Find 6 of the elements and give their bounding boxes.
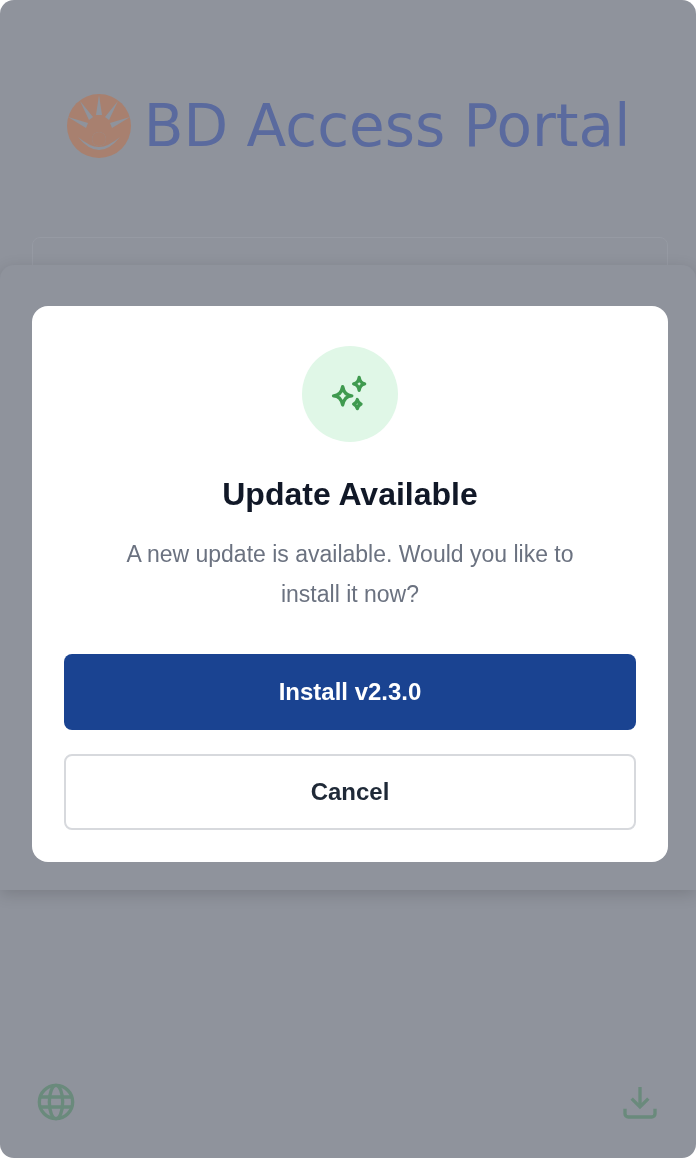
dialog-message: A new update is available. Would you like to install it now? xyxy=(125,540,575,609)
cancel-button[interactable]: Cancel xyxy=(64,754,636,830)
dialog-title: Update Available xyxy=(222,475,478,514)
globe-icon[interactable] xyxy=(36,1082,76,1122)
install-button[interactable]: Install v2.3.0 xyxy=(64,654,636,730)
logo-icon xyxy=(65,93,132,159)
